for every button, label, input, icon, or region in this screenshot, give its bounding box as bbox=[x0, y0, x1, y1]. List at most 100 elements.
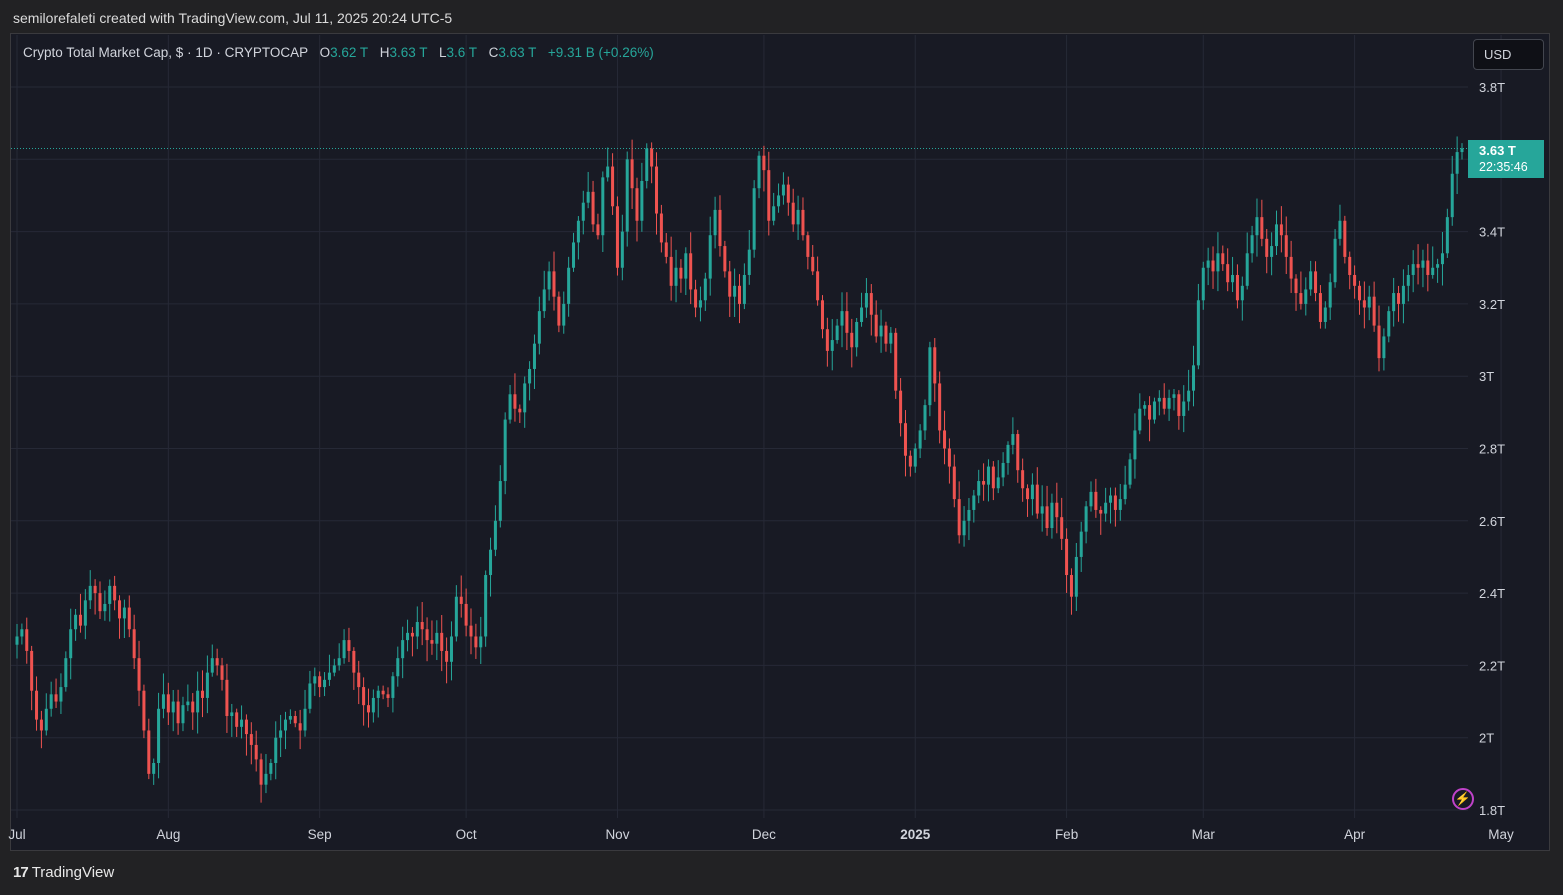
candle bbox=[337, 643, 341, 671]
candle-body bbox=[591, 191, 595, 225]
candle bbox=[620, 214, 624, 281]
candle-body bbox=[523, 383, 527, 413]
candle-body bbox=[777, 195, 781, 207]
candle-body bbox=[757, 155, 761, 189]
candle-body bbox=[1411, 264, 1415, 275]
candle-body bbox=[30, 650, 34, 691]
candle-body bbox=[78, 614, 82, 626]
candle-body bbox=[781, 184, 785, 196]
candle-body bbox=[35, 690, 39, 720]
candle bbox=[1084, 501, 1088, 544]
candle bbox=[777, 183, 781, 213]
candle bbox=[93, 579, 97, 615]
candle bbox=[537, 296, 541, 355]
candle bbox=[1191, 345, 1196, 407]
candle bbox=[342, 629, 346, 664]
candle-body bbox=[1235, 274, 1239, 301]
candle bbox=[323, 672, 327, 697]
candle bbox=[1021, 458, 1025, 502]
y-tick-label: 2.6T bbox=[1479, 514, 1505, 529]
candle bbox=[933, 338, 937, 402]
candle bbox=[308, 670, 312, 714]
y-tick-label: 1.8T bbox=[1479, 803, 1505, 818]
candle bbox=[830, 319, 834, 371]
currency-button[interactable]: USD bbox=[1473, 39, 1544, 70]
candle-body bbox=[1372, 296, 1376, 326]
candle bbox=[874, 300, 878, 343]
candle-body bbox=[1265, 238, 1269, 257]
bar-countdown: 22:35:46 bbox=[1479, 160, 1528, 174]
candle bbox=[1201, 261, 1205, 310]
candle bbox=[576, 216, 580, 260]
candle-body bbox=[1226, 264, 1230, 283]
last-price-value: 3.63 T bbox=[1479, 143, 1516, 158]
candle bbox=[611, 153, 615, 215]
candle-body bbox=[88, 585, 92, 601]
candle-body bbox=[1392, 293, 1396, 312]
candle-body bbox=[15, 636, 19, 645]
candle bbox=[1304, 277, 1308, 316]
y-tick-label: 2T bbox=[1479, 731, 1494, 746]
candle-body bbox=[694, 289, 698, 308]
candle bbox=[674, 249, 678, 303]
candle-body bbox=[1201, 267, 1205, 301]
candle-body bbox=[581, 202, 585, 221]
candle bbox=[1348, 251, 1352, 290]
candle bbox=[459, 575, 463, 618]
y-tick-label: 3.2T bbox=[1479, 297, 1505, 312]
candle bbox=[625, 151, 629, 247]
candle bbox=[1226, 248, 1230, 292]
candle bbox=[103, 590, 107, 621]
candle-body bbox=[1167, 397, 1171, 409]
candle bbox=[996, 460, 1000, 494]
candle-body bbox=[454, 596, 458, 637]
candle-body bbox=[152, 763, 156, 774]
candle bbox=[1065, 528, 1069, 593]
candle bbox=[552, 251, 556, 311]
candle bbox=[1050, 493, 1054, 539]
legend-close-label: C bbox=[488, 45, 499, 60]
candle-body bbox=[283, 719, 288, 731]
lightning-bolt-icon[interactable]: ⚡ bbox=[1452, 788, 1474, 810]
candle-body bbox=[235, 712, 239, 727]
candle-body bbox=[996, 477, 1000, 489]
candle-body bbox=[259, 759, 263, 785]
candle bbox=[518, 404, 522, 423]
candle-body bbox=[733, 285, 737, 297]
candle bbox=[332, 658, 336, 677]
candle bbox=[1089, 481, 1093, 512]
candle-body bbox=[972, 495, 976, 510]
candle bbox=[215, 648, 219, 676]
candle-body bbox=[698, 300, 702, 308]
legend-low-value: 3.6 T bbox=[446, 45, 477, 60]
tradingview-logo[interactable]: 17 TradingView bbox=[13, 864, 114, 881]
candle bbox=[1333, 229, 1337, 288]
candle bbox=[249, 722, 253, 765]
candle-body bbox=[645, 148, 649, 181]
candle bbox=[288, 709, 292, 724]
candle-body bbox=[1084, 506, 1088, 532]
candle bbox=[825, 317, 829, 367]
candle-body bbox=[1016, 434, 1020, 471]
candle-body bbox=[39, 719, 43, 731]
candle bbox=[449, 621, 453, 681]
candle bbox=[918, 424, 922, 459]
candle bbox=[894, 328, 898, 399]
candle bbox=[30, 645, 34, 711]
candle bbox=[718, 195, 722, 257]
candle bbox=[513, 373, 517, 422]
candle-body bbox=[1118, 499, 1122, 510]
candle bbox=[357, 660, 361, 705]
candlestick-chart[interactable]: 3.8T3.6T3.4T3.2T3T2.8T2.6T2.4T2.2T2T1.8T… bbox=[0, 0, 1563, 895]
candle bbox=[118, 595, 122, 639]
candle-body bbox=[1343, 220, 1347, 257]
candle-body bbox=[796, 209, 800, 225]
candle-body bbox=[205, 672, 209, 698]
candle bbox=[796, 195, 800, 240]
candle bbox=[1387, 306, 1391, 343]
candle bbox=[689, 232, 693, 305]
candle bbox=[1162, 383, 1166, 415]
candle bbox=[1431, 246, 1435, 279]
candle-body bbox=[576, 220, 580, 243]
candle-body bbox=[977, 481, 981, 496]
